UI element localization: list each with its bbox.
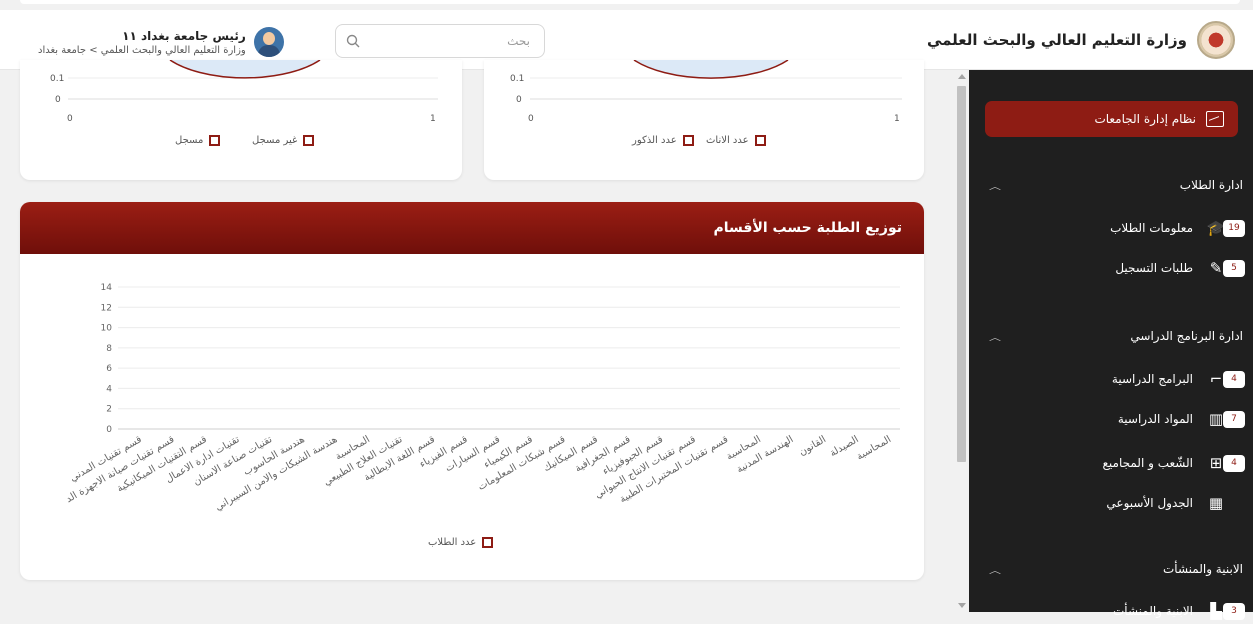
scroll-down-arrow[interactable] xyxy=(958,603,966,608)
y-tick-label: 4 xyxy=(106,384,112,394)
y-tick-label: 14 xyxy=(101,283,113,293)
sidebar-item-weekly-schedule[interactable]: ▦ الجدول الأسبوعي xyxy=(969,490,1253,516)
sidebar-item-buildings[interactable]: ▙ الابنية والمنشأت 3 xyxy=(969,598,1253,624)
section-title: ادارة البرنامج الدراسي xyxy=(1130,329,1243,343)
section-programs[interactable]: ادارة البرنامج الدراسي ︿ xyxy=(979,329,1243,346)
legend-not-registered[interactable]: غير مسجل xyxy=(252,135,318,146)
chevron-up-icon: ︿ xyxy=(989,332,1002,343)
sidebar-item-label: الابنية والمنشأت xyxy=(1112,604,1193,618)
sidebar-item-label: طلبات التسجيل xyxy=(1115,261,1193,275)
y-tick-label: 6 xyxy=(106,364,112,374)
search-icon xyxy=(346,34,360,48)
legend-student-count[interactable]: عدد الطلاب xyxy=(428,537,497,548)
search-input[interactable]: بحث xyxy=(335,24,545,58)
scroll-thumb[interactable] xyxy=(957,86,966,462)
x-tick-label: المحاسبة xyxy=(855,434,893,462)
legend-label: عدد الطلاب xyxy=(428,537,477,548)
count-badge: 19 xyxy=(1223,219,1245,237)
gender-chart: 0.1 0 0 1 xyxy=(510,60,902,124)
chart-icon xyxy=(1206,111,1224,127)
department-bar-chart: 02468101214قسم تقنيات المدنيقسم تقنيات ص… xyxy=(64,283,900,513)
count-badge: 4 xyxy=(1223,370,1245,388)
user-name: رئيس جامعة بغداد ١١ xyxy=(122,28,246,43)
legend-registered[interactable]: مسجل xyxy=(175,135,224,146)
x-tick: 1 xyxy=(430,114,436,124)
avatar xyxy=(253,27,284,57)
x-tick: 0 xyxy=(67,114,73,124)
ministry-logo xyxy=(1197,21,1235,59)
scroll-up-arrow[interactable] xyxy=(958,74,966,79)
legend-label: عدد الاناث xyxy=(706,135,749,146)
registration-chart-card: 0.1 0 0 1 غير مسجل مسجل xyxy=(20,60,462,180)
y-tick-label: 10 xyxy=(101,324,113,334)
sidebar-item-label: المواد الدراسية xyxy=(1117,412,1193,426)
y-tick: 0.1 xyxy=(50,74,64,84)
sidebar-item-registration-requests[interactable]: ✎ طلبات التسجيل 5 xyxy=(969,255,1253,281)
sidebar-item-label: الجدول الأسبوعي xyxy=(1106,496,1193,510)
calendar-icon: ▦ xyxy=(1208,494,1224,512)
registration-chart: 0.1 0 0 1 xyxy=(50,60,438,124)
chevron-up-icon: ︿ xyxy=(989,181,1002,192)
chevron-up-icon: ︿ xyxy=(989,565,1002,576)
y-tick-label: 2 xyxy=(106,405,112,415)
brand[interactable]: وزارة التعليم العالي والبحث العلمي xyxy=(927,20,1235,60)
y-tick-label: 0 xyxy=(106,425,112,435)
gender-chart-card: 0.1 0 0 1 عدد الاناث عدد الذكور xyxy=(484,60,924,180)
count-badge: 4 xyxy=(1223,454,1245,472)
legend-female[interactable]: عدد الاناث xyxy=(706,135,770,146)
sidebar: نظام إدارة الجامعات ادارة الطلاب ︿ 🎓 معلو… xyxy=(969,70,1253,620)
legend-label: غير مسجل xyxy=(252,135,298,146)
breadcrumb: وزارة التعليم العالي والبحث العلمي > جام… xyxy=(38,44,246,56)
legend-label: مسجل xyxy=(175,135,204,146)
user-profile[interactable]: رئيس جامعة بغداد ١١ وزارة التعليم العالي… xyxy=(38,22,284,62)
section-students[interactable]: ادارة الطلاب ︿ xyxy=(979,178,1243,195)
legend-label: عدد الذكور xyxy=(632,135,677,146)
scrollbar[interactable] xyxy=(954,70,969,612)
section-title: ادارة الطلاب xyxy=(1179,178,1243,192)
y-tick-label: 12 xyxy=(101,303,112,313)
sidebar-item-university-system[interactable]: نظام إدارة الجامعات xyxy=(985,101,1238,137)
sidebar-item-sections[interactable]: ⊞ الشّعب و المجاميع 4 xyxy=(969,450,1253,476)
y-tick: 0.1 xyxy=(510,74,524,84)
search-placeholder: بحث xyxy=(507,34,530,48)
sidebar-item-label: معلومات الطلاب xyxy=(1110,221,1193,235)
sidebar-item-student-info[interactable]: 🎓 معلومات الطلاب 19 xyxy=(969,215,1253,241)
sidebar-item-label: نظام إدارة الجامعات xyxy=(1094,112,1196,126)
legend-male[interactable]: عدد الذكور xyxy=(632,135,698,146)
section-title: الابنية والمنشأت xyxy=(1162,562,1243,576)
sidebar-item-courses[interactable]: ▥ المواد الدراسية 7 xyxy=(969,406,1253,432)
sidebar-item-programs[interactable]: ⌐ البرامج الدراسية 4 xyxy=(969,366,1253,392)
x-tick: 0 xyxy=(528,114,534,124)
x-tick-label: القانون xyxy=(797,434,828,458)
count-badge: 5 xyxy=(1223,259,1245,277)
y-tick-label: 8 xyxy=(106,344,112,354)
count-badge: 7 xyxy=(1223,410,1245,428)
section-buildings[interactable]: الابنية والمنشأت ︿ xyxy=(979,562,1243,579)
top-strip xyxy=(0,0,1253,10)
brand-title: وزارة التعليم العالي والبحث العلمي xyxy=(926,31,1187,49)
sidebar-item-label: البرامج الدراسية xyxy=(1111,372,1193,386)
sidebar-item-label: الشّعب و المجاميع xyxy=(1102,456,1193,470)
count-badge: 3 xyxy=(1223,602,1245,620)
department-chart-card: توزيع الطلبة حسب الأقسام 0 2 4 6 8 10 12 14 قسم … xyxy=(20,202,924,580)
x-tick: 1 xyxy=(894,114,900,124)
x-tick-label: الهندسة المدنية xyxy=(735,434,796,475)
y-tick: 0 xyxy=(516,95,522,105)
y-tick: 0 xyxy=(55,95,61,105)
